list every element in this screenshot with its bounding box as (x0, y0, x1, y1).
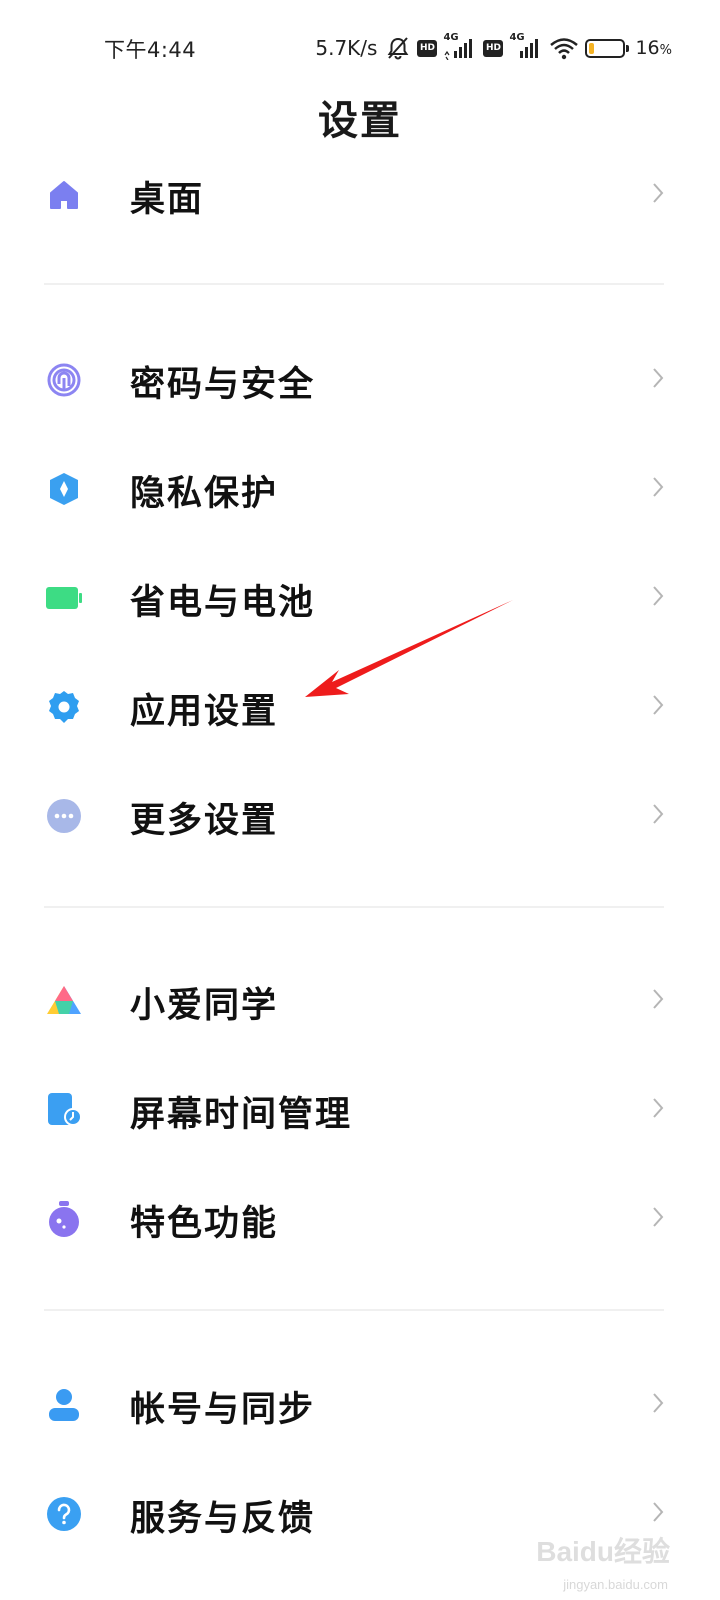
chevron-right-icon (653, 1393, 664, 1413)
group-divider (44, 1309, 664, 1311)
settings-item-label: 屏幕时间管理 (130, 1095, 353, 1135)
settings-item-label: 服务与反馈 (130, 1499, 316, 1539)
home-icon (44, 175, 84, 215)
fingerprint-icon (44, 360, 84, 400)
cell-signal-icon-1: 4G (443, 32, 477, 60)
settings-item-label: 更多设置 (130, 801, 279, 841)
settings-item-label: 密码与安全 (130, 365, 316, 405)
group-divider (44, 906, 664, 908)
wifi-icon (549, 36, 579, 60)
settings-item-label: 帐号与同步 (130, 1390, 316, 1430)
hd-badge-2: HD (483, 39, 504, 57)
settings-item-more-settings[interactable]: 更多设置 (0, 764, 720, 864)
chevron-right-icon (653, 477, 664, 497)
status-bar: 下午4:44 5.7K/s HD 4G HD 4G 16% (0, 0, 720, 96)
chevron-right-icon (653, 586, 664, 606)
settings-item-features[interactable]: 特色功能 (0, 1167, 720, 1267)
chevron-right-icon (653, 804, 664, 824)
battery-level-fill (589, 42, 595, 54)
hd-badge-1: HD (417, 39, 438, 57)
settings-item-label: 隐私保护 (130, 474, 279, 514)
status-indicators: 5.7K/s HD 4G HD 4G 16% (315, 30, 672, 66)
watermark-logo: Baidu经验 (536, 1536, 670, 1567)
net-speed: 5.7K/s (315, 36, 378, 60)
chevron-right-icon (653, 695, 664, 715)
page-title: 设置 (318, 98, 402, 144)
battery-percent: 16% (635, 37, 672, 59)
settings-item-screen-time[interactable]: 屏幕时间管理 (0, 1058, 720, 1158)
account-icon (44, 1385, 84, 1425)
settings-item-battery[interactable]: 省电与电池 (0, 546, 720, 646)
help-icon (44, 1494, 84, 1534)
settings-item-label: 应用设置 (130, 692, 279, 732)
privacy-shield-icon (44, 469, 84, 509)
settings-item-app-settings[interactable]: 应用设置 (0, 655, 720, 755)
chevron-right-icon (653, 1207, 664, 1227)
settings-item-label: 桌面 (130, 180, 205, 220)
xiaoai-icon (44, 981, 84, 1021)
chevron-right-icon (653, 989, 664, 1009)
status-time: 下午4:44 (104, 38, 197, 62)
screen-time-icon (44, 1090, 84, 1130)
chevron-right-icon (653, 1502, 664, 1522)
chevron-right-icon (653, 1098, 664, 1118)
settings-item-password-security[interactable]: 密码与安全 (0, 328, 720, 428)
watermark-url: jingyan.baidu.com (563, 1577, 668, 1592)
settings-item-label: 小爱同学 (130, 986, 279, 1026)
cell-signal-icon-2: 4G (509, 32, 543, 60)
gear-icon (44, 687, 84, 727)
chevron-right-icon (653, 183, 664, 203)
settings-item-privacy[interactable]: 隐私保护 (0, 437, 720, 537)
chevron-right-icon (653, 368, 664, 388)
mute-bell-icon (385, 35, 411, 61)
more-dots-icon (44, 796, 84, 836)
features-icon (44, 1199, 84, 1239)
battery-icon (44, 578, 84, 618)
battery-icon (585, 38, 630, 58)
settings-item-label: 省电与电池 (130, 583, 316, 623)
group-divider (44, 283, 664, 285)
settings-item-xiaoai[interactable]: 小爱同学 (0, 949, 720, 1049)
settings-item-label: 特色功能 (130, 1204, 279, 1244)
settings-item-desktop[interactable]: 桌面 (0, 143, 720, 243)
settings-item-account-sync[interactable]: 帐号与同步 (0, 1353, 720, 1453)
